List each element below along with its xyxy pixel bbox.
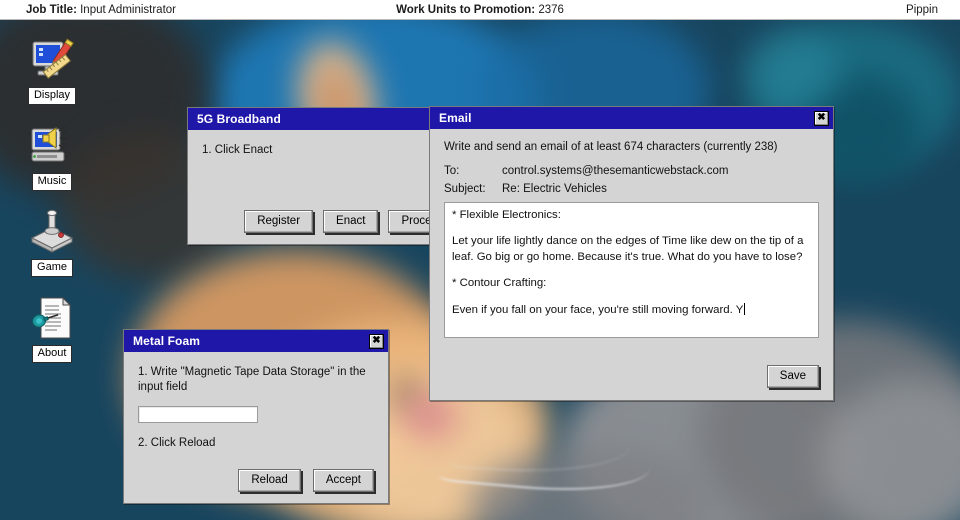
window-email[interactable]: Email ✖ Write and send an email of at le… — [429, 106, 834, 401]
desktop-icon-label-music: Music — [31, 173, 73, 191]
instruction-step-2: 2. Click Reload — [138, 437, 216, 449]
email-body-line: Let your life lightly dance on the edges… — [452, 235, 804, 263]
instruction-step-1: 1. Click Enact — [202, 144, 273, 156]
username-readout: Pippin — [906, 4, 938, 16]
status-bar: Job Title: Input Administrator Work Unit… — [0, 0, 960, 20]
desktop-icon-label-game: Game — [31, 259, 73, 277]
close-icon[interactable]: ✖ — [814, 110, 829, 126]
titlebar-5g-broadband[interactable]: 5G Broadband — [188, 108, 470, 130]
close-icon[interactable]: ✖ — [369, 333, 384, 349]
monitor-pencil-ruler-icon — [10, 32, 94, 84]
desktop-icon-display[interactable]: Display — [10, 32, 94, 105]
email-body-line-with-caret: Even if you fall on your face, you're st… — [452, 302, 811, 318]
window-body-email: Write and send an email of at least 674 … — [430, 129, 833, 338]
work-units-readout: Work Units to Promotion: 2376 — [0, 0, 960, 20]
work-units-value: 2376 — [538, 4, 564, 16]
email-subject-row: Subject: Re: Electric Vehicles — [444, 183, 819, 195]
email-to-row: To: control.systems@thesemanticwebstack.… — [444, 165, 819, 177]
document-pushpin-icon — [10, 290, 94, 342]
button-row-5g-broadband: Register Enact Process — [188, 210, 470, 233]
email-subject-label: Subject: — [444, 183, 486, 195]
save-button-wrapper: Save — [766, 365, 819, 388]
accept-button[interactable]: Accept — [312, 469, 374, 492]
titlebar-email[interactable]: Email ✖ — [430, 107, 833, 129]
desktop-icon-about[interactable]: About — [10, 290, 94, 363]
email-body-textarea[interactable]: * Flexible Electronics: Let your life li… — [444, 202, 819, 338]
window-body-metal-foam: 1. Write "Magnetic Tape Data Storage" in… — [124, 352, 388, 451]
window-title-5g-broadband: 5G Broadband — [197, 112, 281, 126]
email-body-line: * Flexible Electronics: — [452, 209, 561, 221]
desktop-icon-label-about: About — [31, 345, 73, 363]
work-units-label: Work Units to Promotion: — [396, 4, 536, 16]
metal-foam-text-input[interactable] — [138, 406, 258, 423]
reload-button[interactable]: Reload — [238, 469, 301, 492]
instruction-step-1: 1. Write "Magnetic Tape Data Storage" in… — [138, 366, 366, 393]
desktop-icon-music[interactable]: Music — [10, 118, 94, 191]
computer-speaker-icon — [10, 118, 94, 170]
email-task-prompt: Write and send an email of at least 674 … — [444, 141, 778, 153]
register-button[interactable]: Register — [244, 210, 314, 233]
input-wrapper — [138, 406, 374, 423]
email-body-line: Even if you fall on your face, you're st… — [452, 303, 744, 316]
titlebar-metal-foam[interactable]: Metal Foam ✖ — [124, 330, 388, 352]
joystick-icon — [10, 204, 94, 256]
desktop: Display Music Game About 5G Broadband 1.… — [0, 20, 960, 520]
window-title-metal-foam: Metal Foam — [133, 334, 201, 348]
email-to-label: To: — [444, 165, 460, 177]
save-button[interactable]: Save — [766, 365, 819, 388]
email-subject-value: Re: Electric Vehicles — [502, 183, 607, 195]
button-row-metal-foam: Reload Accept — [124, 469, 388, 492]
window-body-5g-broadband: 1. Click Enact — [188, 130, 470, 156]
desktop-icon-label-display: Display — [27, 87, 77, 105]
email-to-value: control.systems@thesemanticwebstack.com — [502, 165, 729, 177]
window-title-email: Email — [439, 111, 472, 125]
text-caret — [744, 302, 746, 315]
desktop-icon-game[interactable]: Game — [10, 204, 94, 277]
window-metal-foam[interactable]: Metal Foam ✖ 1. Write "Magnetic Tape Dat… — [123, 329, 389, 504]
email-body-line: * Contour Crafting: — [452, 277, 547, 290]
screen: Job Title: Input Administrator Work Unit… — [0, 0, 960, 520]
enact-button[interactable]: Enact — [323, 210, 379, 233]
